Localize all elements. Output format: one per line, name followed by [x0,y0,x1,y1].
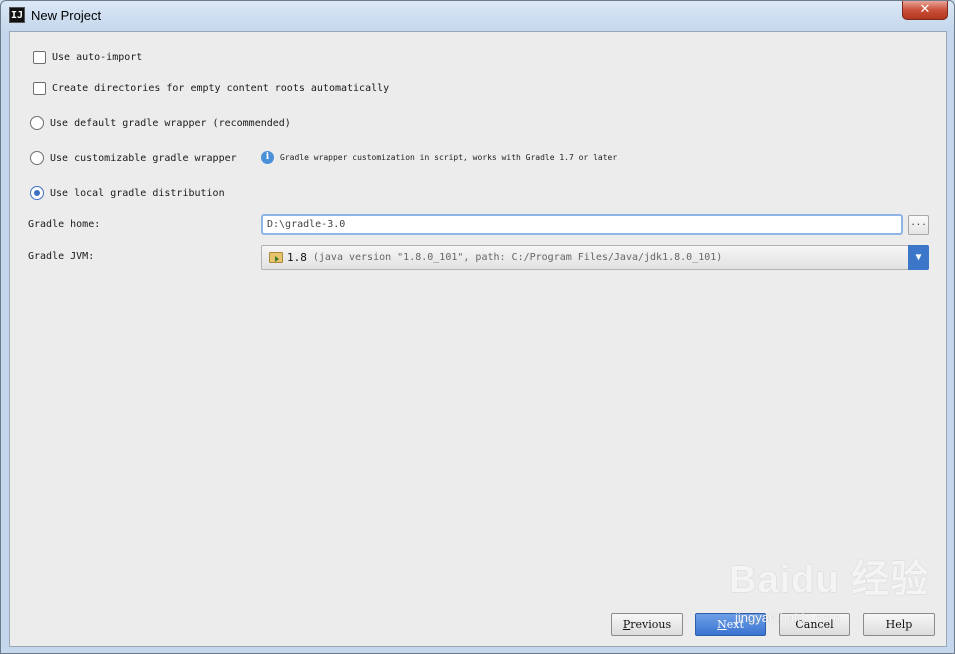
default-wrapper-label: Use default gradle wrapper (recommended) [50,117,291,129]
auto-import-option[interactable]: Use auto-import [33,51,142,64]
local-distribution-label: Use local gradle distribution [50,187,225,199]
local-distribution-radio[interactable] [30,186,44,200]
jdk-folder-icon [269,252,283,263]
gradle-home-label: Gradle home: [28,219,101,230]
custom-wrapper-hint-text: Gradle wrapper customization in script, … [280,153,618,162]
create-dirs-checkbox[interactable] [33,82,46,95]
jvm-detail: (java version "1.8.0_101", path: C:/Prog… [312,252,723,263]
default-wrapper-radio[interactable] [30,116,44,130]
intellij-app-icon: IJ [9,7,25,23]
local-distribution-option[interactable]: Use local gradle distribution [30,186,225,200]
chevron-down-icon[interactable]: ▼ [908,245,929,270]
previous-button[interactable]: Previous [611,613,683,636]
custom-wrapper-hint: i Gradle wrapper customization in script… [261,151,617,164]
next-mnemonic: N [717,618,727,631]
jvm-version: 1.8 [287,251,307,264]
custom-wrapper-radio[interactable] [30,151,44,165]
gradle-jvm-label: Gradle JVM: [28,251,95,262]
gradle-jvm-dropdown[interactable]: 1.8 (java version "1.8.0_101", path: C:/… [261,245,929,270]
create-dirs-label: Create directories for empty content roo… [52,83,390,94]
auto-import-label: Use auto-import [52,52,143,63]
help-button[interactable]: Help [863,613,935,636]
new-project-window: IJ New Project ✕ Use auto-import Create … [0,0,955,654]
custom-wrapper-label: Use customizable gradle wrapper [50,152,237,164]
gradle-home-input[interactable] [261,214,903,235]
info-icon: i [261,151,274,164]
baidu-watermark-url: jingyan.baidu.com [735,610,840,625]
previous-label-rest: revious [630,618,672,631]
default-wrapper-option[interactable]: Use default gradle wrapper (recommended) [30,116,291,130]
close-button[interactable]: ✕ [902,1,948,20]
create-dirs-option[interactable]: Create directories for empty content roo… [33,82,389,95]
auto-import-checkbox[interactable] [33,51,46,64]
browse-button[interactable]: ... [908,215,929,235]
custom-wrapper-option[interactable]: Use customizable gradle wrapper [30,151,237,165]
window-title: New Project [31,8,102,23]
baidu-watermark: Baidu 经验 [729,559,930,601]
title-bar[interactable]: IJ New Project ✕ [1,1,954,31]
